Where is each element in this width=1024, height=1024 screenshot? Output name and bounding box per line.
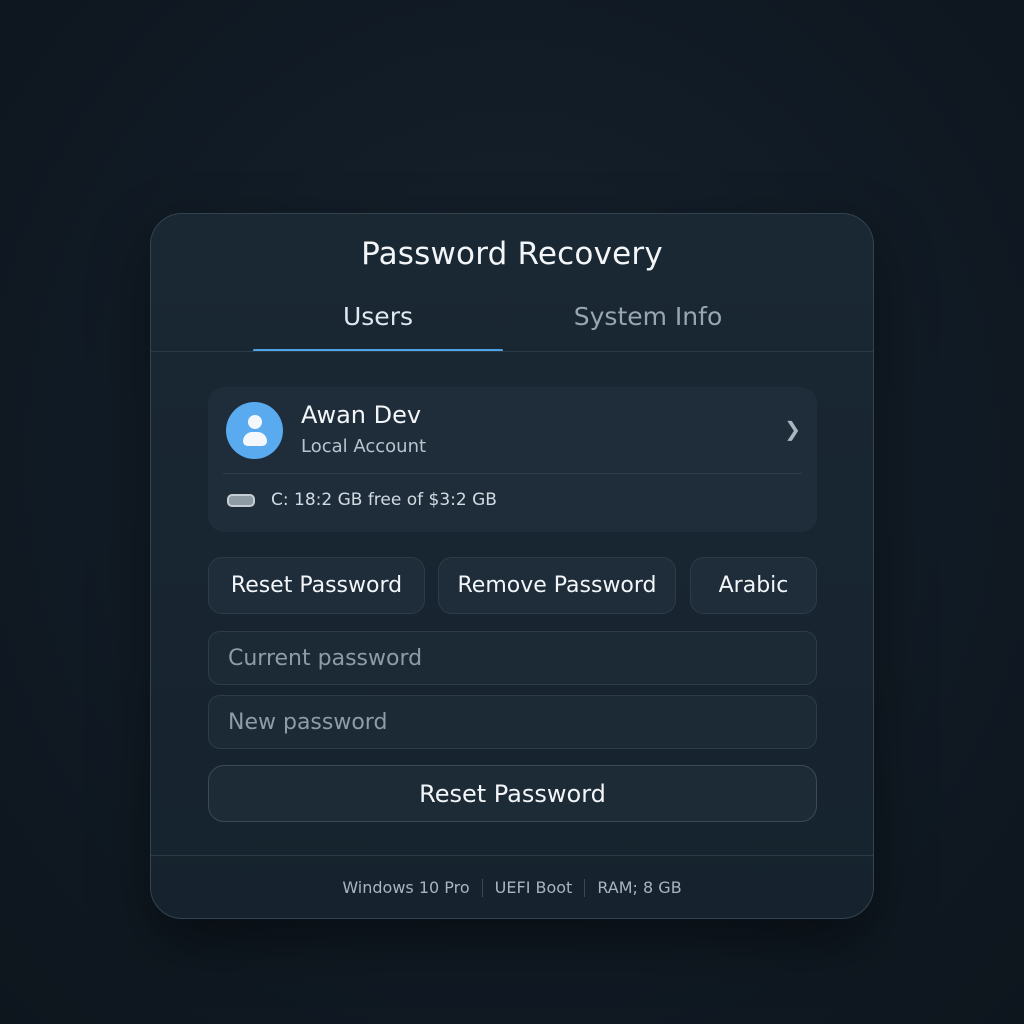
language-arabic-button[interactable]: Arabic bbox=[690, 557, 817, 614]
submit-reset-password-button[interactable]: Reset Password bbox=[208, 765, 817, 822]
current-password-input[interactable] bbox=[208, 631, 817, 685]
account-type: Local Account bbox=[301, 436, 427, 457]
ram-info: RAM; 8 GB bbox=[597, 878, 682, 897]
footer-separator bbox=[584, 878, 586, 897]
remove-password-button[interactable]: Remove Password bbox=[438, 557, 676, 614]
os-version: Windows 10 Pro bbox=[342, 878, 470, 897]
drive-space-info: C: 18:2 GB free of $3:2 GB bbox=[271, 490, 497, 510]
dialog-title: Password Recovery bbox=[361, 236, 663, 272]
boot-mode: UEFI Boot bbox=[494, 878, 573, 897]
user-card-divider bbox=[223, 473, 802, 474]
password-recovery-dialog: Password Recovery Users System Info Awan… bbox=[150, 213, 874, 919]
user-icon bbox=[226, 402, 283, 459]
user-account-card[interactable]: Awan Dev Local Account ❯ C: 18:2 GB free… bbox=[208, 387, 817, 532]
footer-divider bbox=[151, 855, 873, 856]
system-info-footer: Windows 10 Pro UEFI Boot RAM; 8 GB bbox=[151, 878, 873, 897]
tab-users[interactable]: Users bbox=[253, 302, 503, 331]
tab-system-info[interactable]: System Info bbox=[523, 302, 773, 331]
tab-divider bbox=[151, 351, 873, 352]
drive-icon bbox=[227, 494, 255, 507]
new-password-input[interactable] bbox=[208, 695, 817, 749]
reset-password-button[interactable]: Reset Password bbox=[208, 557, 425, 614]
chevron-right-icon[interactable]: ❯ bbox=[784, 417, 801, 441]
footer-separator bbox=[481, 878, 483, 897]
user-name: Awan Dev bbox=[301, 401, 422, 429]
